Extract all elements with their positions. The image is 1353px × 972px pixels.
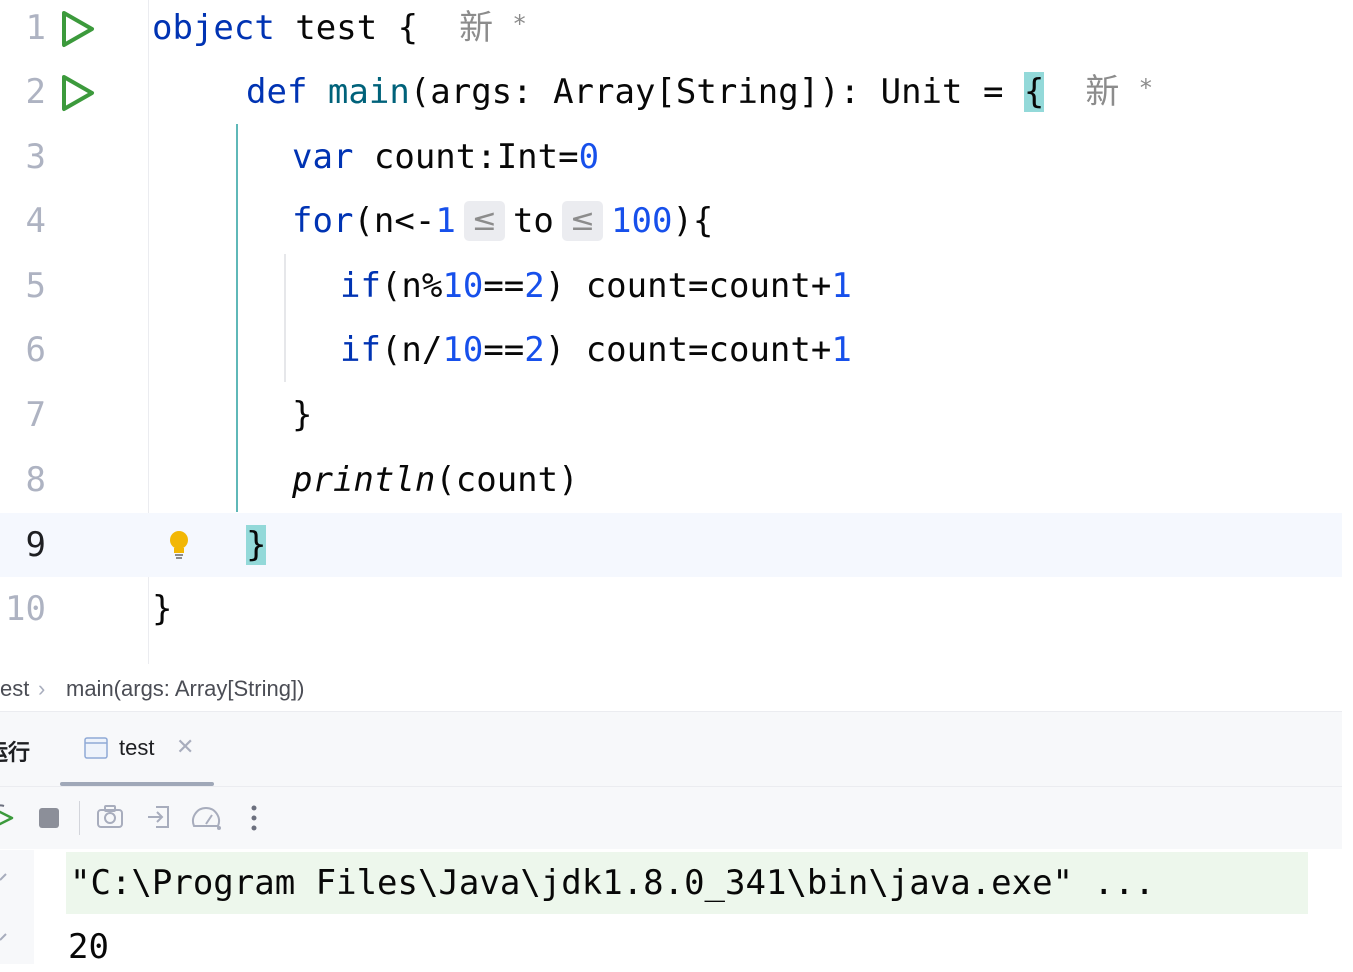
line-number: 7 — [25, 395, 46, 435]
code-text: object test { 新 * — [152, 8, 526, 48]
window-edge — [1342, 0, 1353, 964]
lightbulb-icon[interactable] — [166, 529, 192, 561]
code-text: } — [152, 589, 173, 629]
line-number: 4 — [25, 201, 46, 241]
breadcrumb-item[interactable]: main(args: Array[String]) — [66, 676, 304, 702]
code-text: println(count) — [292, 460, 579, 500]
code-text: if(n/10==2) count=count+1 — [340, 330, 852, 370]
screenshot-icon[interactable] — [96, 804, 124, 830]
code-text: } — [292, 395, 313, 435]
code-text: } — [246, 513, 267, 577]
code-line[interactable]: 5 if(n%10==2) count=count+1 — [0, 254, 1342, 318]
matched-brace: { — [1023, 72, 1045, 112]
code-editor[interactable]: 1 object test { 新 * 2 def main(args: Arr… — [0, 0, 1353, 664]
run-config-tab[interactable]: test ✕ — [60, 712, 214, 786]
soft-wrap-icon[interactable] — [0, 930, 12, 946]
vcs-new-hint: 新 — [1085, 72, 1120, 112]
profiler-icon[interactable] — [191, 804, 223, 832]
close-icon[interactable]: ✕ — [176, 734, 194, 760]
code-line[interactable]: 3 var count:Int=0 — [0, 125, 1342, 189]
console-output-line: 20 — [68, 927, 109, 967]
tab-selected-indicator — [60, 782, 214, 786]
line-number: 3 — [25, 137, 46, 177]
stop-icon[interactable] — [38, 807, 60, 829]
console-tab-icon — [84, 737, 108, 759]
breadcrumb-separator: › — [38, 676, 46, 701]
code-text: def main(args: Array[String]): Unit = { … — [246, 72, 1152, 112]
rerun-icon[interactable] — [0, 804, 16, 832]
line-number: 9 — [25, 525, 46, 565]
breadcrumb: est › main(args: Array[String]) — [0, 665, 1342, 712]
code-line[interactable]: 7 } — [0, 383, 1342, 447]
inlay-hint: ≤ — [463, 200, 505, 241]
line-number: 6 — [25, 330, 46, 370]
code-line[interactable]: 6 if(n/10==2) count=count+1 — [0, 318, 1342, 382]
inlay-hint: ≤ — [561, 200, 604, 241]
code-line[interactable]: 8 println(count) — [0, 448, 1342, 512]
console-gutter — [0, 850, 34, 964]
code-line[interactable]: 1 object test { 新 * — [0, 0, 1342, 60]
code-line[interactable]: 2 def main(args: Array[String]): Unit = … — [0, 60, 1342, 124]
run-gutter-icon[interactable] — [58, 73, 98, 113]
tab-label: test — [119, 735, 155, 760]
code-line-current[interactable]: 9 } — [0, 513, 1342, 577]
line-number: 1 — [25, 8, 46, 48]
line-number: 2 — [25, 72, 46, 112]
more-vertical-icon[interactable] — [250, 804, 258, 832]
scroll-up-icon[interactable] — [0, 872, 12, 882]
run-gutter-icon[interactable] — [58, 9, 98, 49]
breadcrumb-item[interactable]: est — [0, 676, 29, 702]
code-line[interactable]: 10 } — [0, 577, 1342, 641]
vcs-new-hint: 新 — [459, 8, 494, 48]
code-text: if(n%10==2) count=count+1 — [340, 266, 852, 306]
code-text: for(n<-1 ≤ to ≤100){ — [292, 200, 714, 241]
line-number: 10 — [5, 589, 46, 629]
code-line[interactable]: 4 for(n<-1 ≤ to ≤100){ — [0, 189, 1342, 253]
toolbar-separator — [79, 801, 80, 835]
exit-icon[interactable] — [146, 804, 172, 830]
console-command-line[interactable]: "C:\Program Files\Java\jdk1.8.0_341\bin\… — [66, 852, 1308, 914]
matched-brace: } — [246, 525, 267, 565]
line-number: 8 — [25, 460, 46, 500]
run-toolbar — [0, 787, 1342, 849]
console-output[interactable]: "C:\Program Files\Java\jdk1.8.0_341\bin\… — [34, 850, 1342, 967]
line-number: 5 — [25, 266, 46, 306]
run-tool-window-header: 运行 test ✕ — [0, 712, 1342, 787]
code-text: var count:Int=0 — [292, 137, 600, 177]
tool-window-title: 运行 — [0, 740, 31, 765]
